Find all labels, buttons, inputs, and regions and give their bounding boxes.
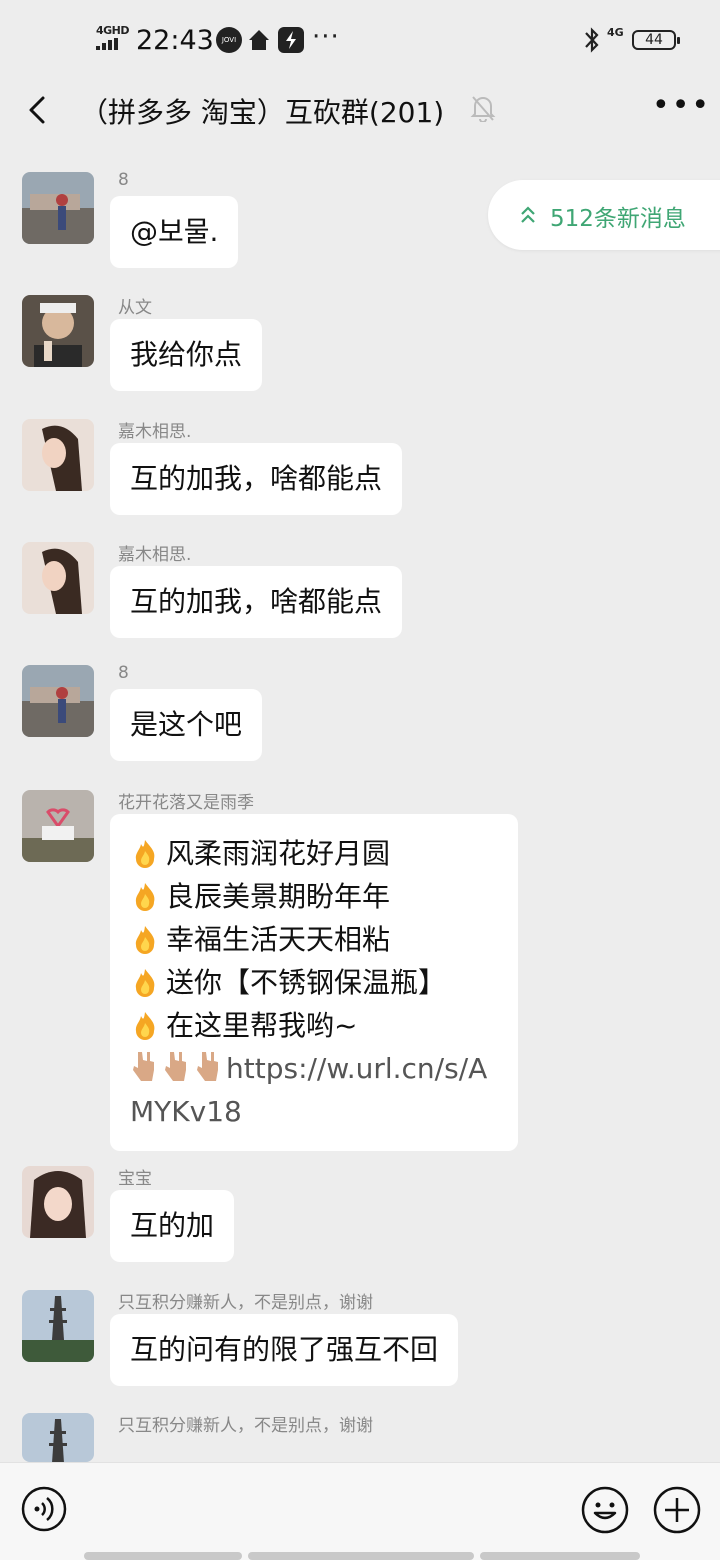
message-line: 幸福生活天天相粘	[130, 918, 498, 961]
message-link-line: https://w.url.cn/s/AMYKv18	[130, 1047, 498, 1133]
message-bubble[interactable]: 互的加我，啥都能点	[110, 443, 403, 515]
fire-emoji-icon	[135, 926, 155, 954]
message-bubble[interactable]: 风柔雨润花好月圆 良辰美景期盼年年 幸福生活天天相粘 送你【不锈钢保温瓶】 在这…	[110, 814, 518, 1151]
message-bubble[interactable]: 我给你点	[110, 319, 263, 391]
new-messages-count: 512条新消息	[550, 206, 686, 232]
gesture-bar	[480, 1552, 640, 1560]
sender-name: 嘉木相思.	[118, 545, 192, 565]
plus-icon[interactable]	[652, 1485, 702, 1535]
network-right-label: 4G	[607, 26, 624, 39]
double-chevron-up-icon	[521, 206, 535, 223]
message-bubble[interactable]: 是这个吧	[110, 689, 263, 761]
chat-title: （拼多多 淘宝）互砍群(201)	[80, 96, 445, 129]
mute-bell-icon	[470, 96, 496, 122]
avatar[interactable]	[22, 419, 94, 491]
bluetooth-icon	[585, 27, 599, 53]
avatar[interactable]	[22, 790, 94, 862]
avatar[interactable]	[22, 665, 94, 737]
battery-icon: 44	[632, 30, 680, 50]
message-bubble[interactable]: @보물.	[110, 196, 239, 268]
message-line-text: 良辰美景期盼年年	[166, 880, 391, 913]
pointing-down-emoji-icon	[133, 1052, 154, 1081]
sender-name: 只互积分赚新人，不是别点，谢谢	[118, 1416, 373, 1436]
sender-name: 从文	[118, 298, 152, 318]
fire-emoji-icon	[135, 969, 155, 997]
sender-name: 花开花落又是雨季	[118, 793, 254, 813]
avatar[interactable]	[22, 1166, 94, 1238]
status-bar: 4GHD 22:43 JOVI ··· 4G 44	[0, 0, 720, 80]
avatar[interactable]	[22, 295, 94, 367]
message-bubble[interactable]: 互的问有的限了强互不回	[110, 1314, 459, 1386]
message-line: 送你【不锈钢保温瓶】	[130, 961, 498, 1004]
jovi-icon: JOVI	[216, 27, 242, 53]
pointing-down-emoji-icon	[165, 1052, 186, 1081]
signal-icon	[96, 38, 122, 50]
chat-header: （拼多多 淘宝）互砍群(201) •••	[0, 80, 720, 140]
home-icon	[246, 27, 272, 53]
message-line: 风柔雨润花好月圆	[130, 832, 498, 875]
voice-icon[interactable]	[20, 1485, 68, 1533]
new-messages-pill[interactable]: 512条新消息	[488, 180, 720, 250]
avatar[interactable]	[22, 1290, 94, 1362]
emoji-icon[interactable]	[580, 1485, 630, 1535]
gesture-bar	[248, 1552, 474, 1560]
avatar[interactable]	[22, 172, 94, 244]
sender-name: 8	[118, 170, 129, 190]
flash-icon	[278, 27, 304, 53]
input-bar	[0, 1462, 720, 1560]
message-input[interactable]	[86, 1481, 562, 1537]
message-line: 良辰美景期盼年年	[130, 875, 498, 918]
sender-name: 8	[118, 663, 129, 683]
more-status-icon: ···	[312, 22, 340, 52]
clock: 22:43	[136, 25, 214, 56]
message-bubble[interactable]: 互的加	[110, 1190, 235, 1262]
message-line: 在这里帮我哟~	[130, 1004, 498, 1047]
more-options-icon[interactable]: •••	[652, 88, 711, 123]
message-line-text: 风柔雨润花好月圆	[166, 837, 391, 870]
message-line-text: 幸福生活天天相粘	[166, 923, 391, 956]
sender-name: 宝宝	[118, 1169, 152, 1189]
fire-emoji-icon	[135, 1012, 155, 1040]
message-line-text: 送你【不锈钢保温瓶】	[166, 966, 447, 999]
network-type-label: 4GHD	[96, 24, 130, 37]
fire-emoji-icon	[135, 883, 155, 911]
gesture-bar	[84, 1552, 242, 1560]
pointing-down-emoji-icon	[197, 1052, 218, 1081]
back-arrow-icon[interactable]	[20, 92, 56, 128]
sender-name: 嘉木相思.	[118, 422, 192, 442]
message-line-text: 在这里帮我哟~	[166, 1009, 358, 1042]
sender-name: 只互积分赚新人，不是别点，谢谢	[118, 1293, 373, 1313]
avatar[interactable]	[22, 1413, 94, 1462]
fire-emoji-icon	[135, 840, 155, 868]
avatar[interactable]	[22, 542, 94, 614]
message-bubble[interactable]: 互的加我，啥都能点	[110, 566, 403, 638]
